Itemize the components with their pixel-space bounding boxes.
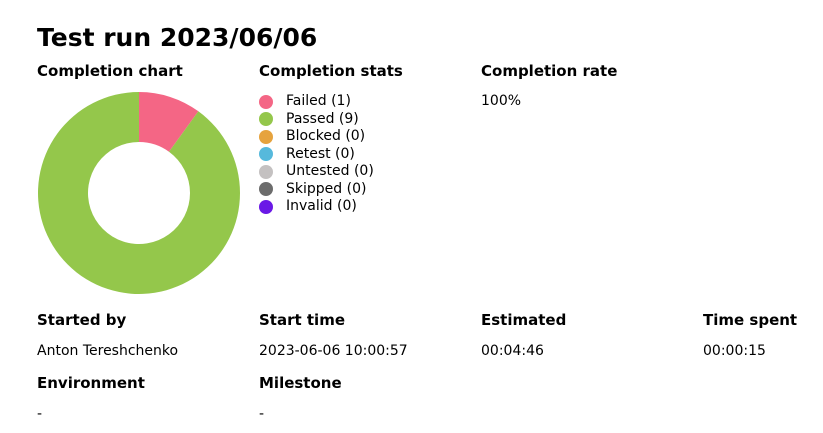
environment-label: Environment (37, 374, 145, 392)
completion-stats-label: Completion stats (259, 62, 403, 80)
passed-dot-icon (259, 112, 273, 127)
legend-label-skipped: Skipped (0) (286, 180, 367, 197)
retest-dot-icon (259, 147, 273, 162)
completion-rate-label: Completion rate (481, 62, 618, 80)
failed-dot-icon (259, 94, 273, 109)
milestone-label: Milestone (259, 374, 342, 392)
legend-item-failed: Failed (1) (259, 93, 374, 111)
environment-value: - (37, 406, 43, 422)
legend-item-skipped: Skipped (0) (259, 181, 374, 199)
legend-label-retest: Retest (0) (286, 145, 355, 162)
completion-legend: Failed (1) Passed (9) Blocked (0) Retest… (259, 93, 374, 216)
start-time-label: Start time (259, 311, 346, 329)
completion-donut-chart (38, 92, 241, 294)
legend-label-passed: Passed (9) (286, 110, 359, 127)
legend-label-blocked: Blocked (0) (286, 128, 366, 144)
legend-item-retest: Retest (0) (259, 146, 374, 164)
started-by-value: Anton Tereshchenko (37, 343, 179, 359)
completion-chart-label: Completion chart (37, 62, 183, 80)
blocked-dot-icon (259, 129, 273, 144)
time-spent-label: Time spent (703, 311, 798, 329)
legend-label-untested: Untested (0) (286, 163, 374, 179)
invalid-dot-icon (259, 199, 273, 214)
start-time-value: 2023-06-06 10:00:57 (259, 343, 408, 359)
legend-item-passed: Passed (9) (259, 111, 374, 129)
legend-label-failed: Failed (1) (286, 93, 351, 109)
page-title: Test run 2023/06/06 (37, 23, 318, 52)
legend-item-untested: Untested (0) (259, 163, 374, 181)
estimated-value: 00:04:46 (481, 343, 544, 359)
started-by-label: Started by (37, 311, 127, 329)
skipped-dot-icon (259, 182, 273, 197)
legend-item-blocked: Blocked (0) (259, 128, 374, 146)
legend-item-invalid: Invalid (0) (259, 198, 374, 216)
untested-dot-icon (259, 164, 273, 179)
completion-rate-value: 100% (481, 93, 522, 109)
legend-label-invalid: Invalid (0) (286, 198, 357, 214)
estimated-label: Estimated (481, 311, 567, 329)
milestone-value: - (259, 406, 265, 422)
time-spent-value: 00:00:15 (703, 343, 766, 359)
